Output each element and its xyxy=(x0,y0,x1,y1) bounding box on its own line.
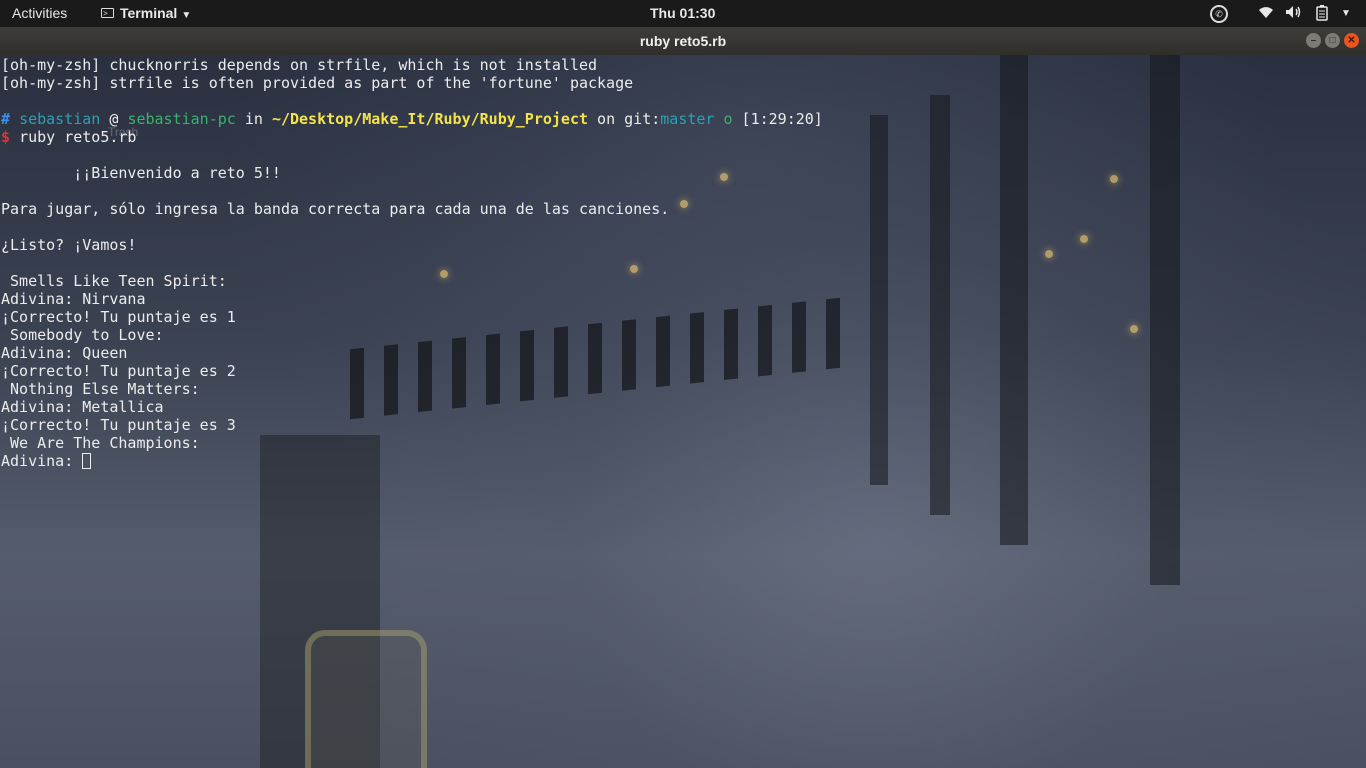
question-line: We Are The Champions: xyxy=(1,434,200,452)
prompt-git-status: o xyxy=(723,110,733,128)
command-text: ruby reto5.rb xyxy=(19,128,137,146)
prompt-branch: master xyxy=(660,110,715,128)
whatsapp-icon[interactable]: ✆ xyxy=(1210,5,1228,23)
prompt-hash: # xyxy=(1,110,11,128)
wallpaper-light xyxy=(1110,175,1118,183)
prompt-git-label: git: xyxy=(624,110,661,128)
input-line[interactable]: Adivina: xyxy=(1,452,823,470)
system-menu-chevron-icon[interactable]: ▼ xyxy=(1337,5,1355,23)
answer-line: Adivina: Metallica xyxy=(1,398,164,416)
minimize-button[interactable]: – xyxy=(1306,33,1321,48)
answer-line: Adivina: Queen xyxy=(1,344,128,362)
wallpaper-lamp-glow xyxy=(305,630,427,768)
wallpaper-tree xyxy=(930,95,950,515)
result-line: ¡Correcto! Tu puntaje es 2 xyxy=(1,362,236,380)
wallpaper-light xyxy=(1080,235,1088,243)
prompt-host: sebastian-pc xyxy=(127,110,236,128)
terminal-window: ruby reto5.rb – □ ✕ Trash [oh-my-zsh] ch… xyxy=(0,27,1366,768)
welcome-line: ¡¡Bienvenido a reto 5!! xyxy=(1,164,281,182)
ready-line: ¿Listo? ¡Vamos! xyxy=(1,236,137,254)
activities-button[interactable]: Activities xyxy=(12,0,67,27)
window-title: ruby reto5.rb xyxy=(639,33,727,49)
window-titlebar[interactable]: ruby reto5.rb – □ ✕ xyxy=(0,27,1366,55)
prompt-user: sebastian xyxy=(19,110,101,128)
question-line: Smells Like Teen Spirit: xyxy=(1,272,227,290)
terminal-area[interactable]: Trash [oh-my-zsh] chucknorris depends on… xyxy=(0,55,1366,768)
instructions-line: Para jugar, sólo ingresa la banda correc… xyxy=(1,200,670,218)
wallpaper-tree xyxy=(1150,55,1180,585)
question-line: Somebody to Love: xyxy=(1,326,164,344)
prompt-dollar: $ xyxy=(1,128,11,146)
chevron-down-icon: ▼ xyxy=(181,10,192,21)
close-button[interactable]: ✕ xyxy=(1344,33,1359,48)
wallpaper-light xyxy=(1045,250,1053,258)
input-prompt: Adivina: xyxy=(1,452,83,470)
command-line: $ ruby reto5.rb xyxy=(1,128,823,146)
text-cursor[interactable] xyxy=(82,453,92,469)
result-line: ¡Correcto! Tu puntaje es 1 xyxy=(1,308,236,326)
prompt-line: # sebastian @ sebastian-pc in ~/Desktop/… xyxy=(1,110,823,128)
prompt-time: [1:29:20] xyxy=(741,110,823,128)
wallpaper-tree xyxy=(870,115,888,485)
wallpaper-light xyxy=(1130,325,1138,333)
app-menu-label: Terminal xyxy=(120,5,178,21)
maximize-button[interactable]: □ xyxy=(1325,33,1340,48)
prompt-on: on xyxy=(597,110,616,128)
question-line: Nothing Else Matters: xyxy=(1,380,200,398)
clock[interactable]: Thu 01:30 xyxy=(650,0,715,27)
prompt-in: in xyxy=(244,110,263,128)
answer-line: Adivina: Nirvana xyxy=(1,290,146,308)
wallpaper-tree xyxy=(1000,55,1028,545)
terminal-line: [oh-my-zsh] chucknorris depends on strfi… xyxy=(1,56,598,74)
battery-icon[interactable] xyxy=(1313,5,1331,23)
prompt-at: @ xyxy=(109,110,119,128)
result-line: ¡Correcto! Tu puntaje es 3 xyxy=(1,416,236,434)
terminal-line: [oh-my-zsh] strfile is often provided as… xyxy=(1,74,634,92)
prompt-path: ~/Desktop/Make_It/Ruby/Ruby_Project xyxy=(271,110,589,128)
terminal-icon: > xyxy=(101,8,114,19)
volume-icon[interactable] xyxy=(1285,5,1303,23)
terminal-output: [oh-my-zsh] chucknorris depends on strfi… xyxy=(1,56,823,470)
top-bar: Activities > Terminal ▼ Thu 01:30 ✆ ▼ xyxy=(0,0,1366,27)
wifi-icon[interactable] xyxy=(1257,5,1275,23)
app-menu-terminal[interactable]: > Terminal ▼ xyxy=(101,0,191,27)
